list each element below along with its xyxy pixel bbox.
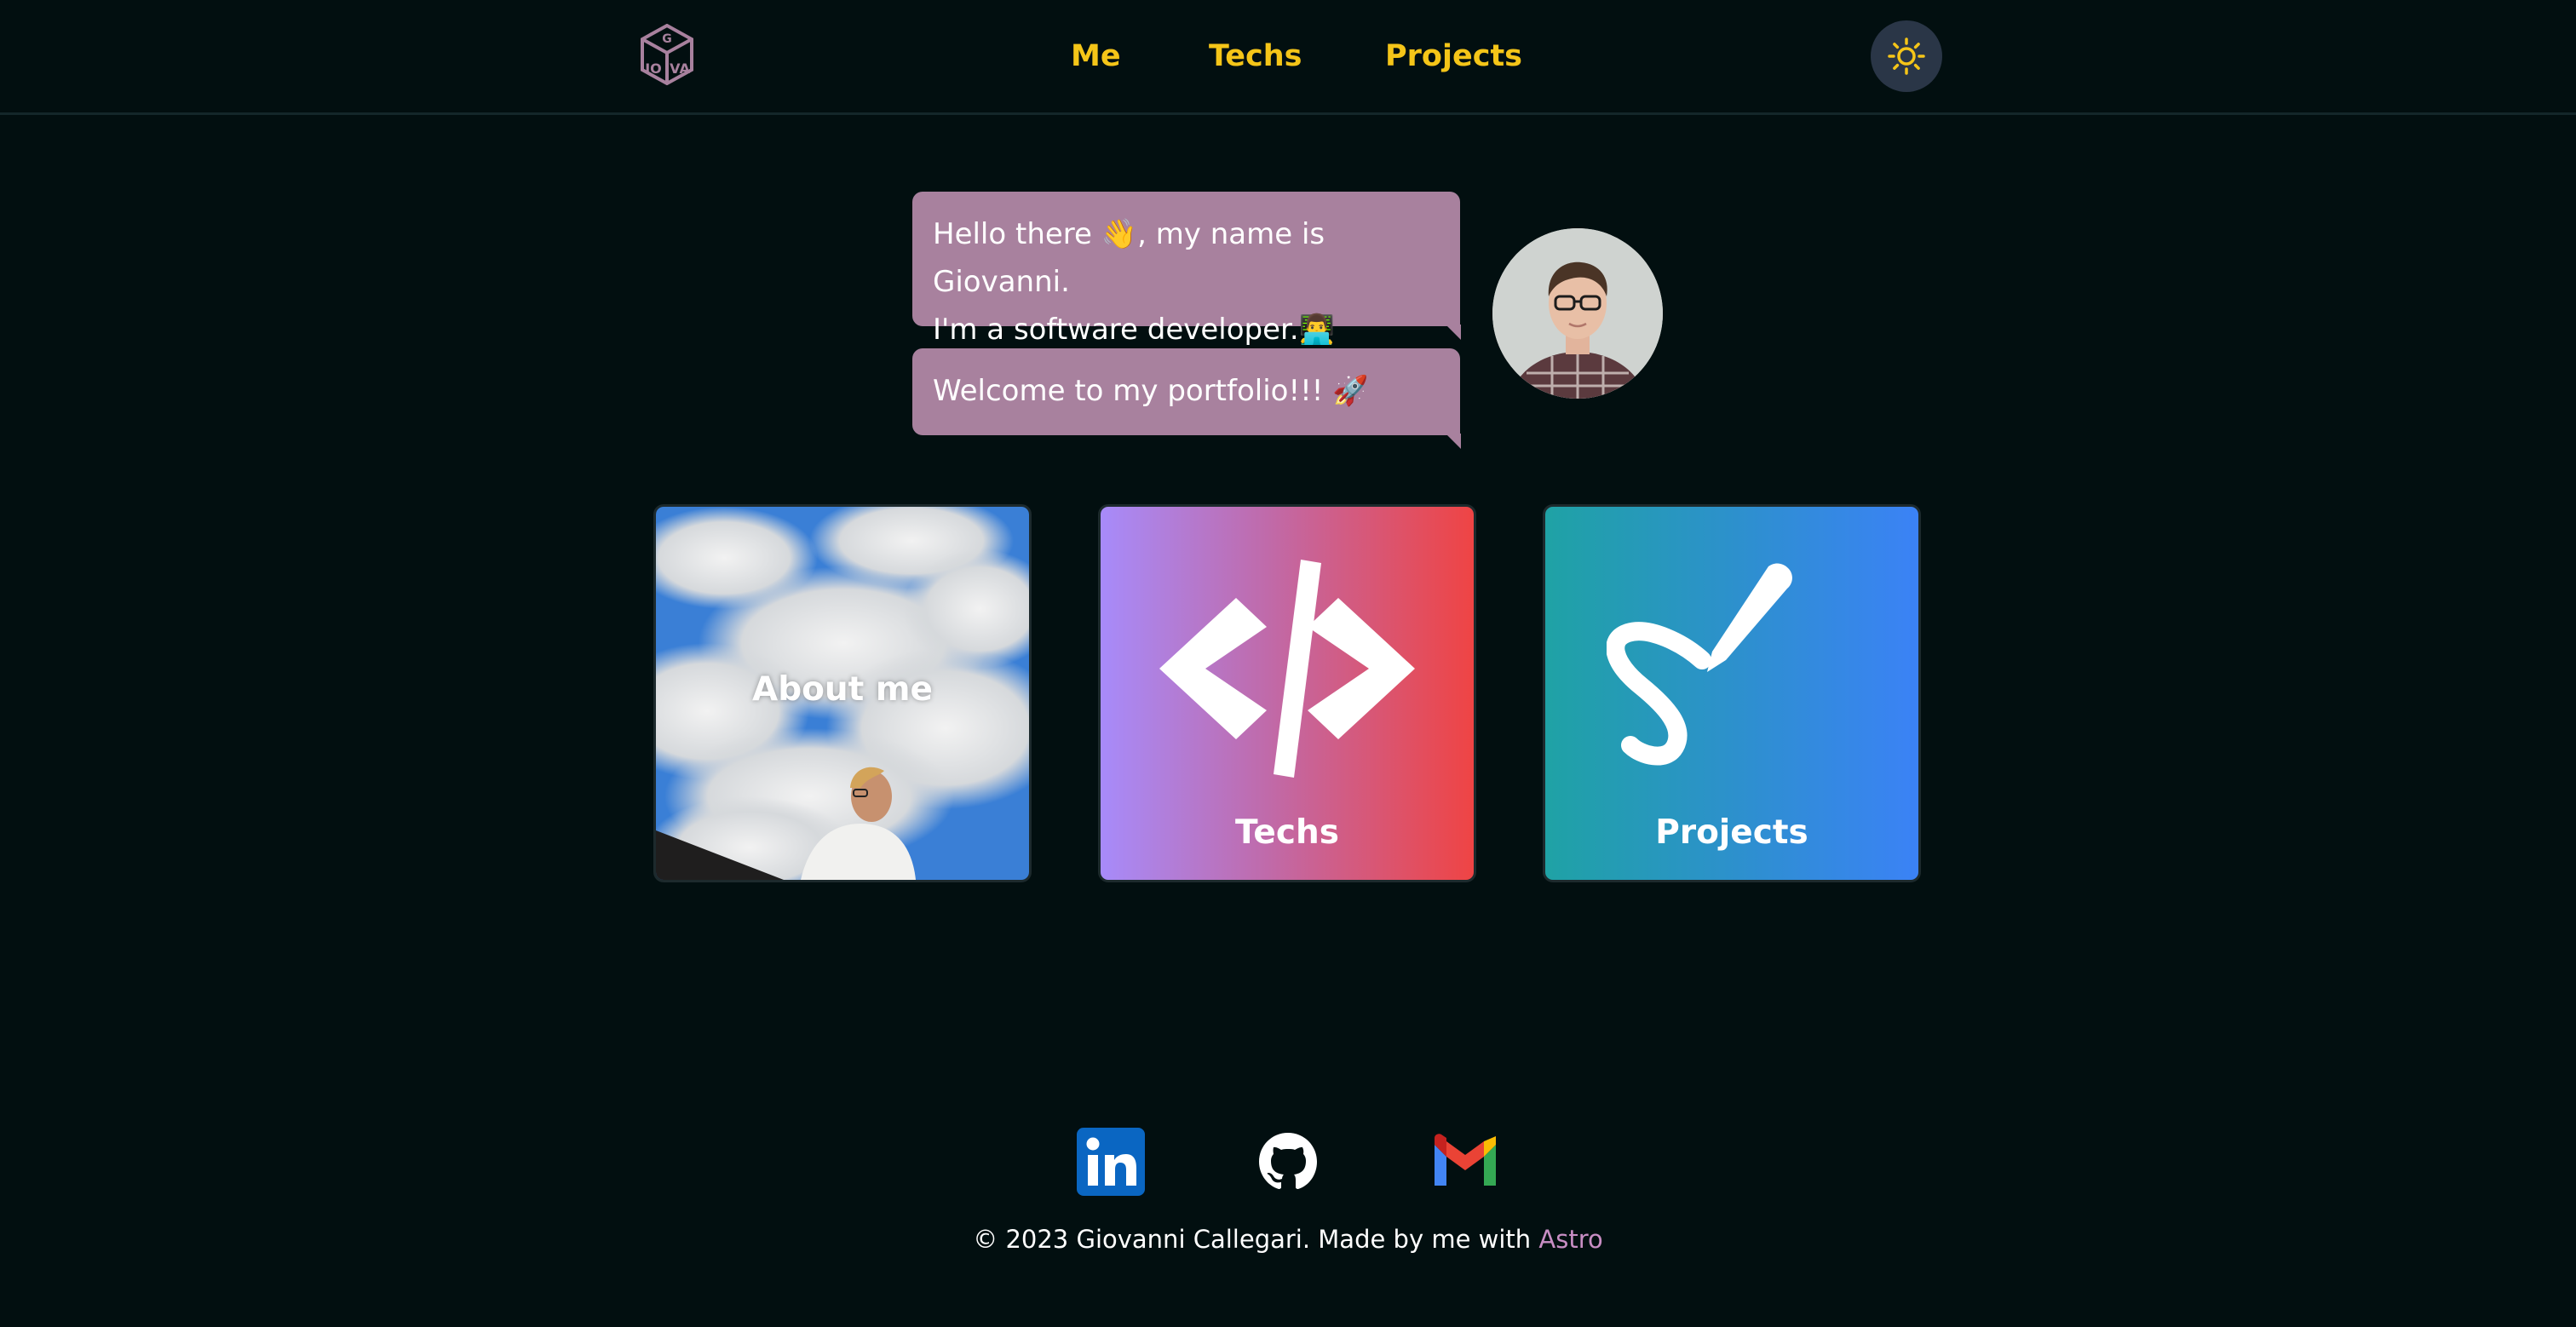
site-header: G IO VA Me Techs Projects <box>0 0 2576 115</box>
svg-text:VA: VA <box>670 60 690 77</box>
sun-icon <box>1888 37 1925 75</box>
nav-link-techs[interactable]: Techs <box>1209 32 1302 80</box>
techs-card[interactable]: Techs <box>1098 504 1476 882</box>
about-me-card[interactable]: About me <box>653 504 1032 882</box>
astro-link[interactable]: Astro <box>1538 1225 1602 1254</box>
github-link[interactable] <box>1252 1126 1324 1198</box>
linkedin-icon <box>1077 1128 1145 1196</box>
gmail-icon <box>1435 1134 1496 1186</box>
chat-text-line: I'm a software developer.👨‍💻 <box>933 313 1336 347</box>
avatar-portrait <box>1492 228 1663 399</box>
theme-toggle-button[interactable] <box>1871 20 1942 92</box>
card-label: Projects <box>1655 813 1808 852</box>
nav-link-projects[interactable]: Projects <box>1385 32 1522 80</box>
svg-text:IO: IO <box>645 60 662 77</box>
logo-icon: G IO VA <box>641 23 693 86</box>
card-label: Techs <box>1235 813 1339 852</box>
projects-card[interactable]: Projects <box>1543 504 1921 882</box>
linkedin-link[interactable] <box>1075 1126 1147 1198</box>
copyright-text: © 2023 Giovanni Callegari. Made by me wi… <box>973 1225 1539 1254</box>
chat-bubble-intro: Hello there 👋, my name is Giovanni. I'm … <box>912 192 1461 347</box>
gmail-link[interactable] <box>1429 1126 1501 1198</box>
nav-link-me[interactable]: Me <box>1071 32 1121 80</box>
svg-text:G: G <box>662 32 672 46</box>
pencil-icon <box>1607 563 1792 766</box>
chat-bubble-welcome: Welcome to my portfolio!!! 🚀 <box>912 348 1461 449</box>
github-icon <box>1259 1133 1317 1189</box>
bubble-tail <box>1446 434 1461 449</box>
chat-text-line: Welcome to my portfolio!!! 🚀 <box>933 374 1369 408</box>
logo[interactable]: G IO VA <box>639 23 695 86</box>
chat-text-line: Hello there 👋, my name is Giovanni. <box>933 217 1325 299</box>
card-label: About me <box>752 670 933 709</box>
code-icon <box>1159 560 1415 778</box>
bubble-tail <box>1446 325 1461 340</box>
copyright: © 2023 Giovanni Callegari. Made by me wi… <box>0 1225 2576 1254</box>
avatar <box>1492 228 1663 399</box>
